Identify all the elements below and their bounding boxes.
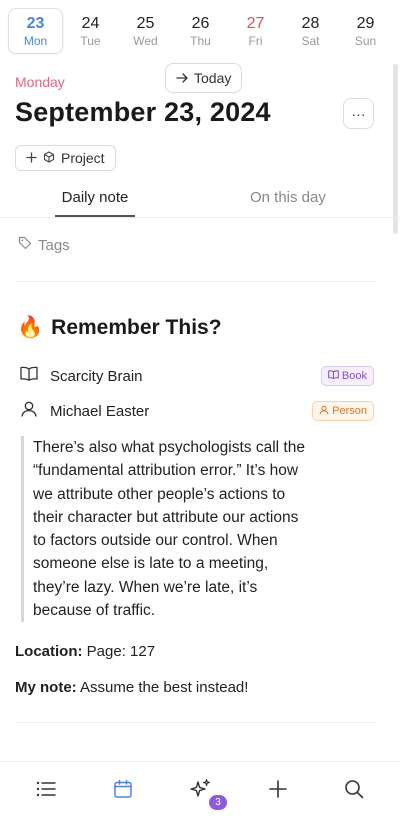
day-tue-24[interactable]: 24 Tue — [63, 8, 118, 54]
today-label: Today — [194, 70, 232, 86]
book-badge: Book — [320, 366, 374, 386]
note-line: My note: Assume the best instead! — [15, 679, 248, 696]
highlight-quote: There’s also what psychologists call the… — [21, 436, 351, 623]
remember-heading: 🔥 Remember This? — [17, 316, 222, 340]
quote-line: we attribute other people’s actions to — [33, 485, 286, 503]
project-label: Project — [61, 150, 105, 166]
active-tab-indicator — [55, 215, 135, 217]
plus-icon — [268, 779, 288, 804]
day-number: 23 — [26, 14, 45, 32]
day-weekday: Mon — [23, 33, 48, 48]
quote-line: their character but attribute our action… — [33, 508, 299, 526]
quote-line: because of traffic. — [33, 602, 156, 620]
day-sat-28[interactable]: 28 Sat — [283, 8, 338, 54]
divider — [15, 722, 375, 723]
day-number: 24 — [81, 14, 100, 32]
plus-icon — [26, 150, 37, 166]
ai-count-badge: 3 — [209, 795, 227, 810]
week-strip: 23 Mon 24 Tue 25 Wed 26 Thu 27 Fri 28 Sa… — [8, 8, 400, 54]
day-thu-26[interactable]: 26 Thu — [173, 8, 228, 54]
location-value: Page: 127 — [86, 643, 156, 660]
person-badge: Person — [312, 401, 374, 421]
book-badge-label: Book — [341, 370, 367, 382]
book-icon — [20, 366, 38, 386]
location-line: Location: Page: 127 — [15, 643, 155, 660]
author-row[interactable]: Michael Easter Person — [20, 400, 374, 422]
day-weekday: Sat — [301, 33, 320, 48]
author-name: Michael Easter — [50, 402, 150, 420]
tag-icon — [18, 236, 32, 254]
fire-icon: 🔥 — [17, 316, 44, 339]
person-small-icon — [319, 405, 329, 418]
day-sun-29[interactable]: 29 Sun — [338, 8, 393, 54]
tags-label: Tags — [38, 236, 70, 254]
more-options-button[interactable]: ··· — [343, 98, 374, 129]
quote-line: “fundamental attribution error.” It’s ho… — [33, 462, 299, 480]
person-icon — [20, 401, 38, 422]
source-row[interactable]: Scarcity Brain Book — [20, 365, 374, 387]
day-number: 27 — [246, 14, 265, 32]
search-icon — [344, 779, 364, 804]
nav-add-button[interactable] — [265, 778, 291, 804]
cube-icon — [43, 150, 55, 166]
page-title: September 23, 2024 — [15, 97, 271, 127]
note-value: Assume the best instead! — [80, 679, 249, 696]
day-number: 25 — [136, 14, 155, 32]
day-number: 29 — [356, 14, 375, 32]
nav-list-button[interactable] — [33, 778, 59, 804]
nav-search-button[interactable] — [341, 778, 367, 804]
tab-on-this-day[interactable]: On this day — [250, 189, 326, 206]
day-number: 26 — [191, 14, 210, 32]
tags-field[interactable]: Tags — [18, 236, 70, 254]
add-project-button[interactable]: Project — [15, 145, 116, 171]
quote-line: to factors outside our control. When — [33, 532, 278, 550]
day-weekday: Wed — [133, 33, 158, 48]
person-badge-label: Person — [332, 405, 367, 417]
day-weekday: Tue — [80, 33, 101, 48]
quote-line: There’s also what psychologists call the — [33, 439, 305, 456]
remember-title: Remember This? — [51, 316, 222, 339]
divider — [15, 281, 375, 282]
bottom-nav: 3 — [0, 761, 400, 819]
day-mon-23[interactable]: 23 Mon — [8, 8, 63, 54]
day-number: 28 — [301, 14, 320, 32]
nav-calendar-button[interactable] — [110, 778, 136, 804]
list-icon — [35, 780, 57, 803]
calendar-icon — [113, 779, 133, 804]
source-title: Scarcity Brain — [50, 367, 143, 385]
weekday-label: Monday — [15, 74, 65, 90]
note-label: My note: — [15, 679, 77, 696]
day-fri-27[interactable]: 27 Fri — [228, 8, 283, 54]
quote-line: they’re lazy. When we’re late, it’s — [33, 578, 258, 596]
day-wed-25[interactable]: 25 Wed — [118, 8, 173, 54]
arrow-right-icon — [176, 70, 189, 86]
day-weekday: Fri — [248, 33, 263, 48]
ellipsis-icon: ··· — [351, 105, 366, 122]
quote-line: someone else is late to a meeting, — [33, 555, 269, 573]
day-weekday: Thu — [190, 33, 211, 48]
today-button[interactable]: Today — [165, 63, 243, 93]
day-weekday: Sun — [354, 33, 377, 48]
tab-bar: Daily note On this day — [0, 182, 400, 218]
tab-daily-note[interactable]: Daily note — [55, 189, 135, 206]
location-label: Location: — [15, 643, 83, 660]
book-small-icon — [328, 370, 339, 382]
